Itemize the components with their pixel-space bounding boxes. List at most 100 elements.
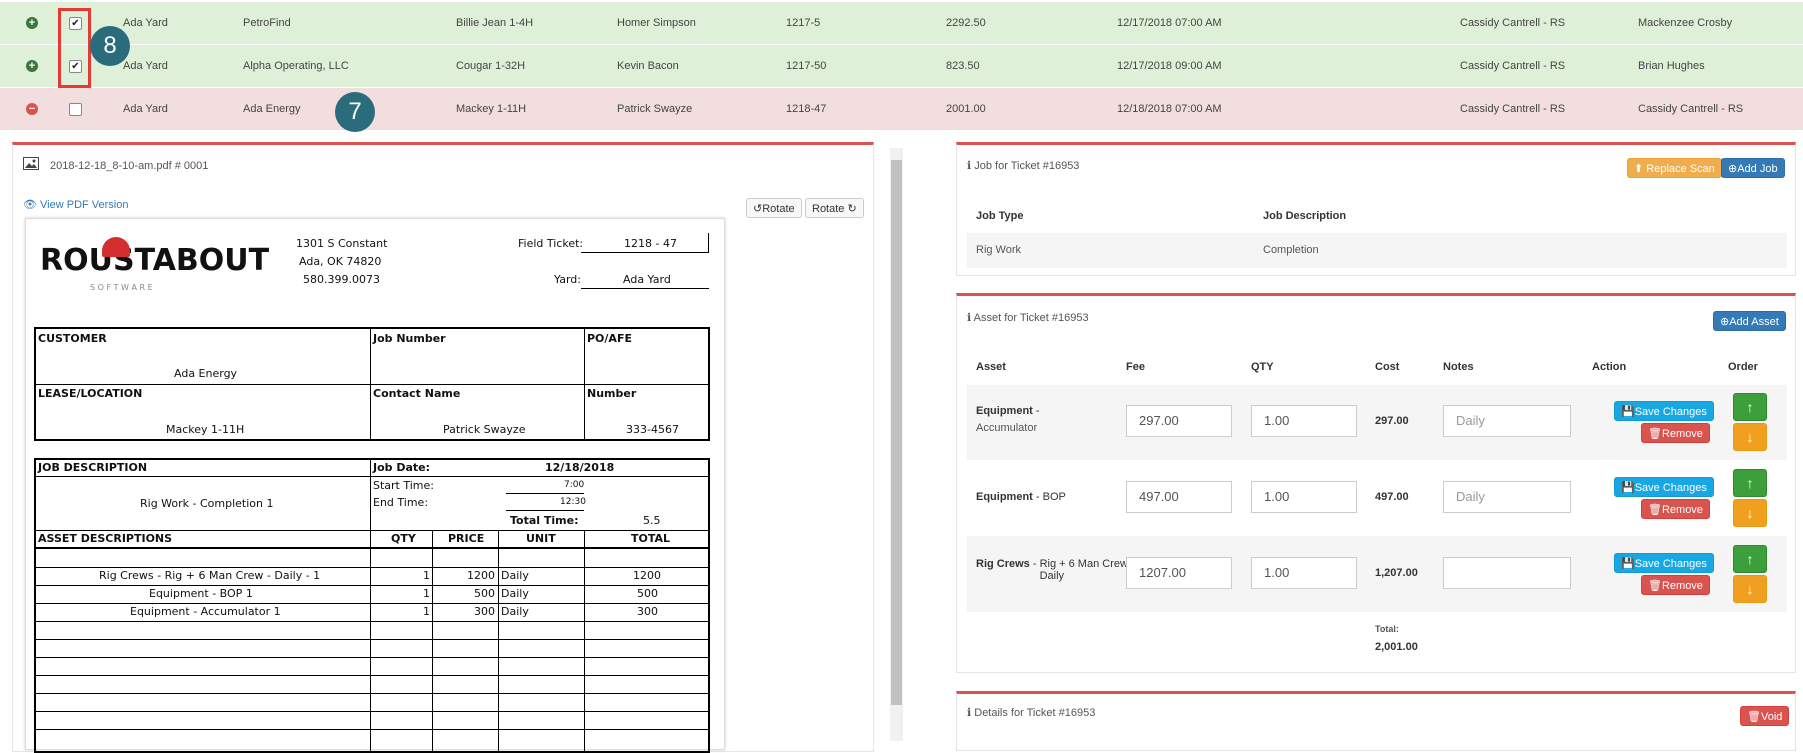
total-label: Total: xyxy=(1375,624,1399,634)
asset-desc-header: ASSET DESCRIPTIONS xyxy=(38,532,173,545)
move-down-button[interactable]: ↓ xyxy=(1733,575,1767,603)
cell-customer: Ada Energy xyxy=(243,103,301,115)
view-pdf-link[interactable]: 👁 View PDF Version xyxy=(23,198,128,211)
qty-header: QTY xyxy=(391,532,416,545)
job-date-value: 12/18/2018 xyxy=(545,461,615,474)
cell-yard: Ada Yard xyxy=(123,17,168,29)
qty-input[interactable]: 1.00 xyxy=(1251,481,1357,513)
move-up-button[interactable]: ↑ xyxy=(1733,469,1767,497)
notes-input[interactable]: Daily xyxy=(1443,405,1571,437)
upload-icon: ⬆ xyxy=(1634,163,1644,175)
field-ticket-label: Field Ticket: xyxy=(518,237,584,250)
po-label: PO/AFE xyxy=(587,332,632,345)
asset-grid: ASSET DESCRIPTIONS QTY PRICE UNIT TOTAL … xyxy=(36,530,708,751)
asset-line-qty: 1 xyxy=(423,569,430,582)
cell-date: 12/17/2018 07:00 AM xyxy=(1117,17,1222,29)
asset-name: Equipment - BOP xyxy=(976,491,1066,503)
move-up-button[interactable]: ↑ xyxy=(1733,545,1767,573)
table-row[interactable]: + ✔ Ada Yard PetroFind Billie Jean 1-4H … xyxy=(0,2,1803,45)
asset-line-unit: Daily xyxy=(501,569,529,582)
info-icon: ℹ xyxy=(967,312,972,324)
details-panel-title: ℹ Details for Ticket #16953 xyxy=(967,706,1095,719)
asset-cost: 297.00 xyxy=(1375,415,1409,427)
cell-lease: Cougar 1-32H xyxy=(456,60,526,72)
expand-plus-icon[interactable]: + xyxy=(26,17,38,29)
start-time-label: Start Time: xyxy=(373,479,434,492)
remove-button[interactable]: 🗑Remove xyxy=(1641,423,1710,443)
row-checkbox[interactable] xyxy=(69,103,82,116)
move-up-button[interactable]: ↑ xyxy=(1733,393,1767,421)
fee-input[interactable]: 497.00 xyxy=(1126,481,1232,513)
asset-line-qty: 1 xyxy=(423,587,430,600)
lease-label: LEASE/LOCATION xyxy=(38,387,143,400)
col-action: Action xyxy=(1592,361,1627,373)
save-changes-button[interactable]: 💾Save Changes xyxy=(1614,477,1714,497)
job-desc-header: Job Description xyxy=(1263,210,1347,222)
total-value: 2,001.00 xyxy=(1375,641,1418,653)
fee-input[interactable]: 1207.00 xyxy=(1126,557,1232,589)
start-time-value: 7:00 xyxy=(564,480,585,490)
add-job-button[interactable]: ⊕Add Job xyxy=(1721,158,1785,178)
move-down-button[interactable]: ↓ xyxy=(1733,423,1767,451)
cell-office: Cassidy Cantrell - RS xyxy=(1460,17,1566,29)
asset-line-total: 500 xyxy=(637,587,658,600)
asset-row[interactable]: Rig Crews - Rig + 6 Man Crew - Daily 120… xyxy=(967,536,1787,612)
job-panel-title-text: Job for Ticket #16953 xyxy=(974,160,1080,172)
asset-line-desc: Equipment - BOP 1 xyxy=(149,587,253,600)
add-asset-button[interactable]: ⊕Add Asset xyxy=(1713,311,1786,331)
end-time-value: 12:30 xyxy=(560,497,586,507)
table-row[interactable]: + ✔ Ada Yard Alpha Operating, LLC Cougar… xyxy=(0,45,1803,88)
save-changes-button[interactable]: 💾Save Changes xyxy=(1614,553,1714,573)
remove-button[interactable]: 🗑Remove xyxy=(1641,499,1710,519)
remove-label: Remove xyxy=(1661,504,1703,516)
void-button[interactable]: 🗑Void xyxy=(1740,706,1790,726)
end-time-label: End Time: xyxy=(373,496,429,509)
plus-circle-icon: ⊕ xyxy=(1728,163,1738,175)
asset-name: Equipment - xyxy=(976,405,1040,417)
job-type-value: Rig Work xyxy=(976,244,1022,256)
scrollbar-thumb[interactable] xyxy=(891,160,902,705)
asset-row[interactable]: Equipment - Accumulator 297.00 1.00 297.… xyxy=(967,385,1787,460)
rotate-left-label: Rotate xyxy=(762,203,795,215)
asset-cost: 497.00 xyxy=(1375,491,1409,503)
replace-scan-button[interactable]: ⬆ Replace Scan xyxy=(1627,158,1722,178)
info-icon: ℹ xyxy=(967,160,972,172)
qty-input[interactable]: 1.00 xyxy=(1251,405,1357,437)
rotate-right-icon: ↻ xyxy=(847,203,857,215)
cell-contact: Patrick Swayze xyxy=(617,103,693,115)
job-row[interactable]: Rig Work Completion xyxy=(967,233,1787,268)
logo-subtext: S O F T W A R E xyxy=(90,283,153,292)
collapse-minus-icon[interactable]: − xyxy=(26,103,38,115)
col-asset: Asset xyxy=(976,361,1006,373)
asset-line-qty: 1 xyxy=(423,605,430,618)
cell-amount: 2292.50 xyxy=(946,17,986,29)
remove-button[interactable]: 🗑Remove xyxy=(1641,575,1710,595)
table-row[interactable]: − Ada Yard Ada Energy Mackey 1-11H Patri… xyxy=(0,88,1803,131)
trash-icon: 🗑 xyxy=(1648,504,1662,516)
asset-panel: ℹ Asset for Ticket #16953 ⊕Add Asset Ass… xyxy=(956,293,1796,673)
job-type-header: Job Type xyxy=(976,210,1024,222)
job-date-label: Job Date: xyxy=(373,461,431,474)
field-ticket-value: 1218 - 47 xyxy=(624,237,677,250)
save-changes-button[interactable]: 💾Save Changes xyxy=(1614,401,1714,421)
notes-input[interactable] xyxy=(1443,557,1571,589)
qty-input[interactable]: 1.00 xyxy=(1251,557,1357,589)
cell-contact: Kevin Bacon xyxy=(617,60,679,72)
rotate-left-button[interactable]: ↺Rotate xyxy=(746,198,802,218)
rotate-right-label: Rotate xyxy=(812,203,845,215)
unit-header: UNIT xyxy=(526,532,556,545)
asset-row[interactable]: Equipment - BOP 497.00 1.00 497.00 Daily… xyxy=(967,461,1787,535)
cell-customer: PetroFind xyxy=(243,17,291,29)
fee-input[interactable]: 297.00 xyxy=(1126,405,1232,437)
scan-scrollbar[interactable] xyxy=(890,148,903,741)
asset-panel-title: ℹ Asset for Ticket #16953 xyxy=(967,311,1089,324)
move-down-button[interactable]: ↓ xyxy=(1733,499,1767,527)
scanned-ticket-image: ROUSTABOUT S O F T W A R E 1301 S Consta… xyxy=(25,218,725,753)
checkbox-highlight xyxy=(58,8,91,88)
expand-plus-icon[interactable]: + xyxy=(26,60,38,72)
notes-input[interactable]: Daily xyxy=(1443,481,1571,513)
col-fee: Fee xyxy=(1126,361,1145,373)
cell-assigned: Mackenzee Crosby xyxy=(1638,17,1733,29)
cell-date: 12/17/2018 09:00 AM xyxy=(1117,60,1222,72)
rotate-right-button[interactable]: Rotate ↻ xyxy=(805,198,864,218)
